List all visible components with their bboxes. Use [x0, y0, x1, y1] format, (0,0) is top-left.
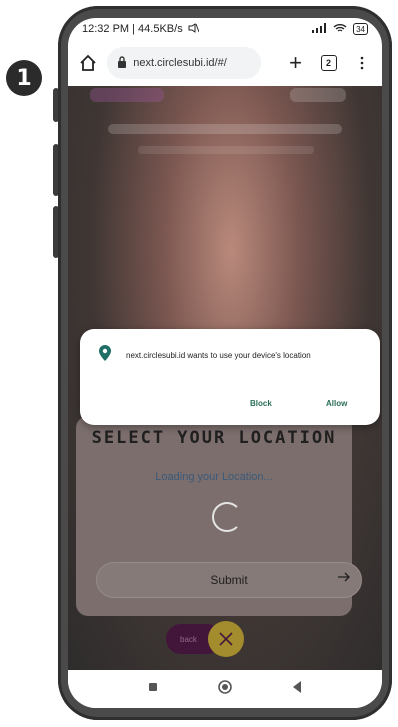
blurred-text-line	[138, 146, 314, 154]
recents-button[interactable]	[147, 680, 159, 698]
android-nav-bar	[68, 670, 382, 708]
location-title: SELECT YOUR LOCATION	[91, 428, 337, 448]
wifi-icon	[333, 23, 347, 36]
more-menu-icon[interactable]	[349, 49, 374, 77]
mute-icon	[187, 22, 200, 36]
status-bar: 12:32 PM | 44.5KB/s 34	[68, 18, 382, 40]
home-icon[interactable]	[76, 50, 99, 76]
back-nav-button[interactable]	[291, 680, 303, 699]
loading-spinner	[212, 502, 242, 532]
home-nav-button[interactable]	[217, 679, 233, 700]
close-button[interactable]	[208, 621, 244, 657]
permission-message: next.circlesubi.id wants to use your dev…	[126, 351, 311, 360]
location-card: SELECT YOUR LOCATION Loading your Locati…	[76, 416, 362, 616]
new-tab-button[interactable]: +	[283, 49, 308, 77]
battery-level: 34	[356, 24, 365, 34]
signal-icon	[311, 22, 327, 36]
location-permission-dialog: next.circlesubi.id wants to use your dev…	[80, 329, 380, 425]
loading-text: Loading your Location...	[155, 471, 273, 483]
address-bar[interactable]: next.circlesubi.id/#/	[107, 47, 262, 79]
back-label: back	[180, 634, 197, 644]
arrow-right-icon	[337, 570, 351, 588]
url-text: next.circlesubi.id/#/	[133, 57, 227, 69]
block-button[interactable]: Block	[250, 399, 272, 408]
blurred-header-element	[290, 88, 346, 102]
allow-button[interactable]: Allow	[326, 399, 347, 408]
phone-screen: 12:32 PM | 44.5KB/s 34 next.circlesubi.i…	[68, 18, 382, 708]
location-pin-icon	[98, 344, 112, 367]
step-number-badge: 1	[6, 60, 42, 96]
close-icon	[219, 632, 233, 646]
submit-button[interactable]: Submit	[96, 562, 362, 598]
submit-label: Submit	[210, 573, 248, 587]
tab-count: 2	[320, 55, 337, 71]
tabs-button[interactable]: 2	[316, 49, 341, 77]
lock-icon	[117, 55, 127, 71]
status-time: 12:32 PM | 44.5KB/s	[82, 23, 183, 35]
battery-icon: 34	[353, 23, 368, 35]
browser-toolbar: next.circlesubi.id/#/ + 2	[68, 42, 382, 84]
blurred-header-element	[90, 88, 164, 102]
blurred-text-line	[108, 124, 342, 134]
